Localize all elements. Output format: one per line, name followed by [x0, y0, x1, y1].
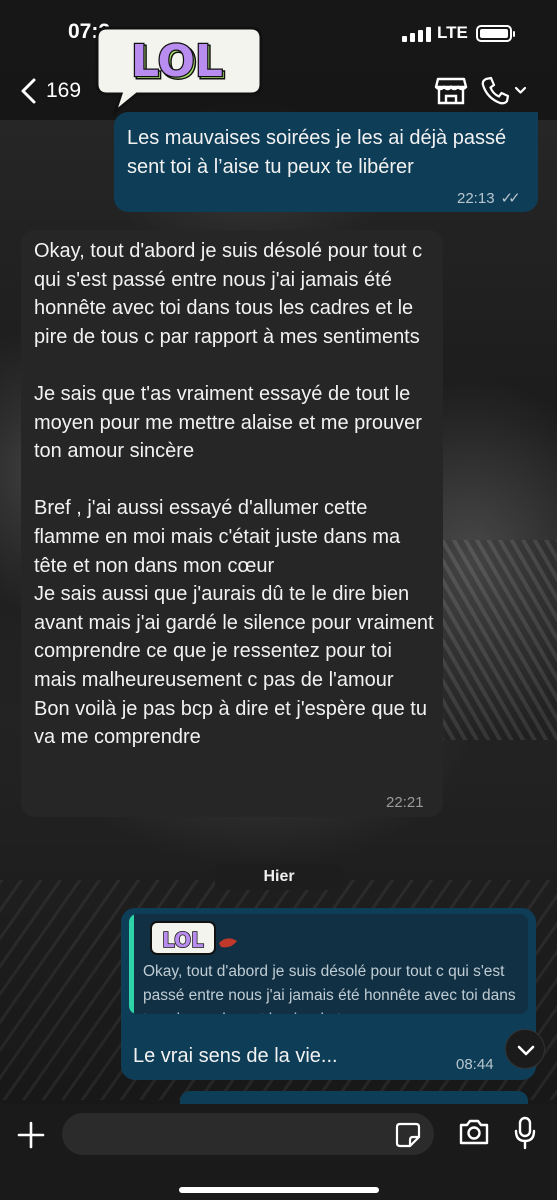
- unread-count[interactable]: 169: [46, 79, 81, 103]
- wallpaper-pattern: [440, 540, 557, 740]
- back-chevron-icon[interactable]: [14, 76, 44, 106]
- signal-icon: [402, 27, 431, 42]
- message-bubble-incoming[interactable]: Okay, tout d'abord je suis désolé pour t…: [21, 230, 443, 817]
- sticker-icon[interactable]: [395, 1122, 421, 1148]
- day-separator: Hier: [215, 864, 343, 890]
- read-ticks-icon: ✓✓: [500, 190, 521, 207]
- quoted-message[interactable]: LOL Okay, tout d'abord je suis désolé po…: [129, 914, 528, 1014]
- quote-accent-bar: [129, 914, 134, 1014]
- svg-text:LOL: LOL: [131, 36, 223, 87]
- network-label: LTE: [437, 23, 468, 42]
- chevron-down-icon: [514, 86, 527, 94]
- phone-icon[interactable]: [480, 76, 530, 106]
- message-text: Okay, tout d'abord je suis désolé pour t…: [34, 240, 434, 749]
- quoted-text: Okay, tout d'abord je suis désolé pour t…: [143, 963, 516, 1014]
- battery-icon: [476, 25, 515, 42]
- message-bubble-outgoing-reply[interactable]: LOL Okay, tout d'abord je suis désolé po…: [121, 908, 536, 1080]
- message-time: 08:44: [456, 1056, 494, 1073]
- next-message-peek: [180, 1091, 528, 1105]
- message-time: 22:13: [457, 190, 495, 207]
- plus-icon[interactable]: [16, 1120, 46, 1150]
- home-indicator: [179, 1187, 379, 1193]
- message-input[interactable]: [62, 1113, 434, 1155]
- quoted-lol-sticker: LOL: [150, 921, 237, 955]
- message-composer: [0, 1104, 557, 1200]
- message-meta: 22:13 ✓✓: [457, 189, 521, 207]
- chevron-down-icon: [517, 1045, 535, 1056]
- microphone-icon[interactable]: [513, 1116, 537, 1150]
- message-text: Le vrai sens de la vie...: [133, 1045, 338, 1067]
- status-bar: 07:2 LTE: [0, 0, 557, 64]
- svg-text:LOL: LOL: [162, 928, 204, 952]
- lol-sticker: LOL LOL: [95, 26, 263, 116]
- message-text: Les mauvaises soirées je les ai déjà pas…: [127, 127, 512, 178]
- scroll-down-button[interactable]: [505, 1029, 545, 1069]
- store-icon[interactable]: [434, 76, 468, 106]
- message-time: 22:21: [386, 794, 424, 811]
- camera-icon[interactable]: [458, 1118, 490, 1146]
